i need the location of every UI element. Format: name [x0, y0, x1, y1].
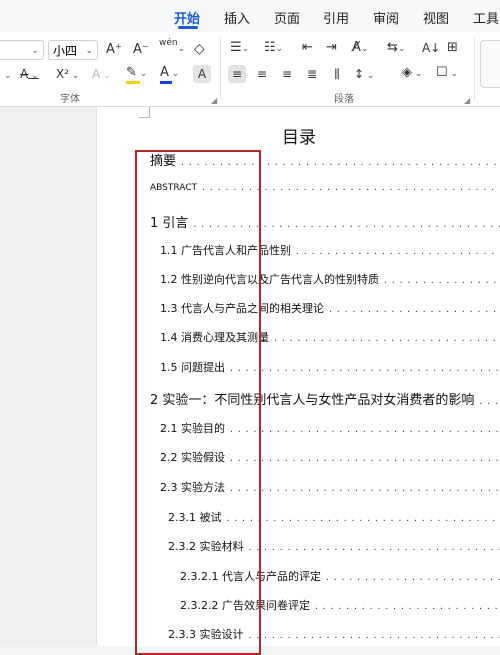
toc-dot-leader: ........................................… — [225, 484, 500, 493]
red-highlight-box — [135, 150, 261, 655]
paragraph-dialog-launcher-icon[interactable]: ◢ — [464, 96, 470, 105]
font-dialog-launcher-icon[interactable]: ◢ — [211, 96, 217, 105]
toc-dot-leader: ........................................… — [269, 334, 500, 343]
align-left-icon[interactable]: ≡ — [228, 65, 246, 83]
active-tab-indicator — [178, 26, 198, 29]
superscript-button[interactable]: X² ⌄ — [56, 66, 79, 84]
character-shading-button[interactable]: A — [193, 65, 211, 83]
tab-insert[interactable]: 插入 — [224, 8, 250, 27]
bullet-list-button[interactable]: ☰⌄ — [230, 40, 249, 57]
toc-title: 目录 — [97, 123, 500, 148]
tab-home[interactable]: 开始 — [174, 8, 200, 27]
group-separator — [474, 38, 475, 100]
align-center-icon[interactable]: ≡ — [253, 65, 271, 83]
chinese-layout-icon: A̸ — [352, 40, 361, 55]
font-family-combo[interactable]: ⌄ — [0, 40, 44, 60]
chevron-down-icon: ⌄ — [85, 41, 93, 61]
strikethrough-button[interactable]: A ⌄ — [20, 66, 39, 84]
line-spacing-icon: ↕ — [354, 67, 364, 81]
toc-dot-leader: ........................................… — [225, 425, 500, 434]
styles-gallery[interactable] — [480, 40, 500, 88]
decrease-indent-icon[interactable]: ⇤ — [302, 40, 313, 56]
shrink-font-button[interactable]: A⁻ — [133, 42, 149, 58]
bullet-list-icon: ☰ — [230, 40, 242, 55]
margin-corner-mark — [139, 107, 150, 118]
line-spacing-button[interactable]: ↕ ⌄ — [354, 66, 374, 84]
toc-dot-leader: ........................................… — [244, 543, 500, 552]
tab-references[interactable]: 引用 — [323, 8, 349, 27]
highlighter-icon: ✎ — [126, 65, 137, 80]
border-icon: ☐ — [436, 65, 448, 80]
font-color-icon: A — [160, 65, 169, 80]
toc-dot-leader: ........................................… — [324, 305, 500, 314]
text-effect-icon: A — [92, 67, 100, 81]
font-color-swatch — [160, 81, 172, 84]
highlight-button[interactable]: ✎ ⌄ — [126, 64, 147, 82]
tab-page[interactable]: 页面 — [274, 8, 300, 27]
sort-icon: A↓ — [422, 41, 440, 55]
font-size-combo[interactable]: 小四 ⌄ — [48, 40, 98, 60]
align-right-icon[interactable]: ≡ — [278, 65, 296, 83]
highlight-color-swatch — [126, 81, 140, 84]
borders-button[interactable]: ☐ ⌄ — [436, 65, 458, 82]
text-effect-button[interactable]: A ⌄ — [92, 66, 111, 84]
justify-icon[interactable]: ≣ — [303, 65, 321, 83]
toc-dot-leader: ........................................… — [379, 276, 500, 285]
distributed-align-icon[interactable]: ⫼ — [328, 65, 346, 83]
character-shading-icon: A — [198, 67, 206, 81]
increase-indent-icon[interactable]: ⇥ — [326, 40, 337, 56]
toc-dot-leader: ........................................… — [225, 364, 500, 373]
paragraph-group-label: 段落 — [334, 90, 354, 105]
toc-dot-leader: ........................................… — [291, 247, 500, 256]
numbered-list-button[interactable]: ☷⌄ — [264, 40, 283, 57]
pinyin-icon: wén — [159, 38, 178, 48]
chevron-down-icon[interactable]: ⌄ — [4, 68, 12, 84]
chinese-layout-button[interactable]: A̸⌄ — [352, 40, 368, 57]
toc-dot-leader: ........................................… — [310, 602, 500, 611]
shading-button[interactable]: ◈ ⌄ — [402, 65, 422, 82]
toc-dot-leader: ........................................… — [474, 397, 500, 406]
ribbon-tab-bar: 开始 插入 页面 引用 审阅 视图 工具 — [0, 0, 500, 32]
paint-bucket-icon: ◈ — [402, 65, 412, 80]
tab-review[interactable]: 审阅 — [373, 8, 399, 27]
clear-format-eraser-icon[interactable]: ◇ — [194, 41, 205, 57]
tab-tools[interactable]: 工具 — [473, 8, 499, 27]
document-page[interactable]: 目录 摘要...................................… — [96, 107, 500, 646]
document-canvas-margin — [0, 107, 96, 646]
grow-font-button[interactable]: A⁺ — [106, 42, 122, 58]
text-direction-icon: ⇆ — [387, 40, 398, 55]
toc-dot-leader: ........................................… — [244, 631, 500, 640]
group-separator — [220, 38, 221, 100]
show-marks-icon[interactable]: ⊞ — [447, 40, 458, 56]
numbered-list-icon: ☷ — [264, 40, 276, 55]
toc-dot-leader: ........................................… — [222, 514, 500, 523]
text-direction-button[interactable]: ⇆⌄ — [387, 40, 405, 57]
toc-dot-leader: ........................................… — [225, 454, 500, 463]
font-color-button[interactable]: A ⌄ — [160, 64, 179, 82]
superscript-icon: X² — [56, 67, 69, 81]
toc-dot-leader: ........................................… — [321, 573, 500, 582]
font-group-label: 字体 — [60, 90, 80, 105]
sort-button[interactable]: A↓ — [422, 40, 440, 56]
font-size-value: 小四 — [53, 41, 77, 61]
ribbon-toolbar: ⌄ 小四 ⌄ A⁺ A⁻ wén⌄ ◇ ⌄ A ⌄ X² ⌄ A ⌄ ✎ ⌄ A… — [0, 32, 500, 107]
chevron-down-icon: ⌄ — [31, 41, 39, 61]
tab-view[interactable]: 视图 — [423, 8, 449, 27]
strikethrough-icon: A — [20, 67, 28, 81]
pinyin-guide-button[interactable]: wén⌄ — [159, 40, 185, 57]
